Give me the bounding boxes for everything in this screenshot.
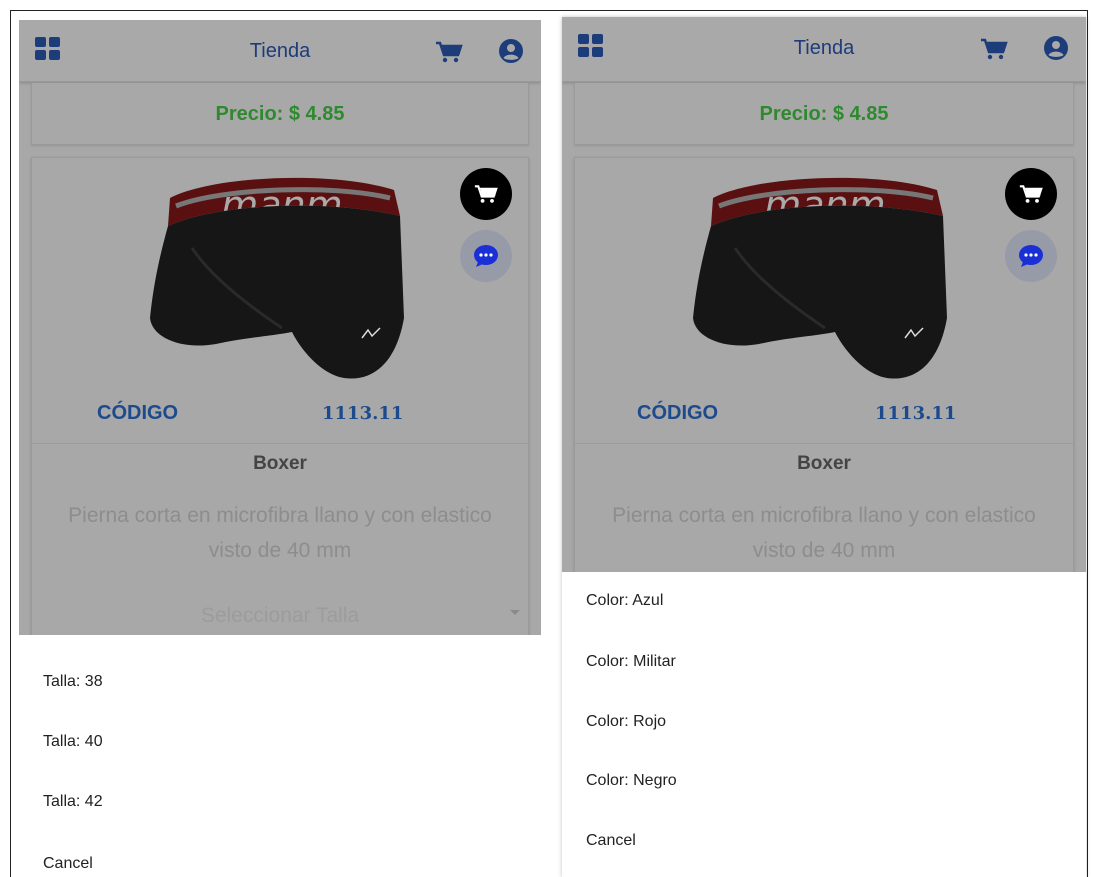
product-name: Boxer	[253, 453, 307, 474]
codigo-label: CÓDIGO	[637, 402, 719, 424]
screen-color-picker: Tienda Precio: $ 4.85 manm CÓDIGO 1113.1…	[562, 17, 1086, 877]
product-card: manm CÓDIGO 1113.11 Boxer Pierna corta e…	[574, 157, 1074, 572]
color-action-sheet: Color: Azul Color: Militar Color: Rojo C…	[562, 572, 1086, 877]
screen-size-picker: Tienda Precio: $ 4.85 manm CÓDIGO 1113.1…	[19, 20, 541, 877]
app-bar: Tienda	[562, 17, 1086, 82]
product-description: Pierna corta en microfibra llano y con e…	[612, 504, 1036, 562]
chat-button[interactable]	[460, 230, 512, 282]
size-action-sheet: Talla: 38 Talla: 40 Talla: 42 Cancel	[19, 635, 541, 877]
sheet-option-color-azul[interactable]: Color: Azul	[586, 592, 663, 610]
product-card: manm CÓDIGO 1113.11 Boxer Pierna corta e…	[31, 157, 529, 635]
caret-down-icon	[510, 610, 520, 615]
product-name: Boxer	[797, 453, 851, 474]
codigo-value: 1113.11	[322, 403, 404, 424]
sheet-option-talla-38[interactable]: Talla: 38	[43, 673, 103, 691]
size-select[interactable]: Seleccionar Talla	[32, 596, 528, 635]
sheet-option-color-rojo[interactable]: Color: Rojo	[586, 713, 666, 731]
user-circle-icon[interactable]	[1044, 36, 1068, 60]
user-circle-icon[interactable]	[499, 39, 523, 63]
divider	[32, 443, 528, 444]
add-to-cart-button[interactable]	[460, 168, 512, 220]
add-to-cart-button[interactable]	[1005, 168, 1057, 220]
cart-icon	[474, 185, 498, 203]
price-label: Precio: $ 4.85	[759, 103, 889, 125]
codigo-row: CÓDIGO 1113.11	[32, 390, 528, 442]
sheet-option-talla-42[interactable]: Talla: 42	[43, 793, 103, 811]
chat-bubble-icon	[1019, 245, 1043, 267]
product-image[interactable]: manm	[132, 168, 422, 393]
cart-icon	[1019, 185, 1043, 203]
sheet-cancel-button[interactable]: Cancel	[586, 832, 636, 850]
cart-icon[interactable]	[980, 38, 1008, 60]
product-image[interactable]: manm	[675, 168, 965, 393]
app-bar: Tienda	[19, 20, 541, 82]
price-label: Precio: $ 4.85	[215, 103, 345, 125]
cart-icon[interactable]	[435, 41, 463, 63]
codigo-label: CÓDIGO	[97, 402, 179, 424]
sheet-option-color-negro[interactable]: Color: Negro	[586, 772, 677, 790]
sheet-option-talla-40[interactable]: Talla: 40	[43, 733, 103, 751]
dimmed-backdrop[interactable]: Tienda Precio: $ 4.85 manm CÓDIGO 1113.1…	[19, 20, 541, 635]
codigo-value: 1113.11	[875, 403, 957, 424]
chat-bubble-icon	[474, 245, 498, 267]
sheet-option-color-militar[interactable]: Color: Militar	[586, 653, 676, 671]
chat-button[interactable]	[1005, 230, 1057, 282]
price-card: Precio: $ 4.85	[574, 83, 1074, 145]
sheet-cancel-button[interactable]: Cancel	[43, 855, 93, 873]
divider	[575, 443, 1073, 444]
size-select-placeholder: Seleccionar Talla	[200, 604, 360, 627]
price-card: Precio: $ 4.85	[31, 83, 529, 145]
dimmed-backdrop[interactable]: Tienda Precio: $ 4.85 manm CÓDIGO 1113.1…	[562, 17, 1086, 572]
codigo-row: CÓDIGO 1113.11	[575, 390, 1073, 442]
product-description: Pierna corta en microfibra llano y con e…	[68, 504, 492, 562]
